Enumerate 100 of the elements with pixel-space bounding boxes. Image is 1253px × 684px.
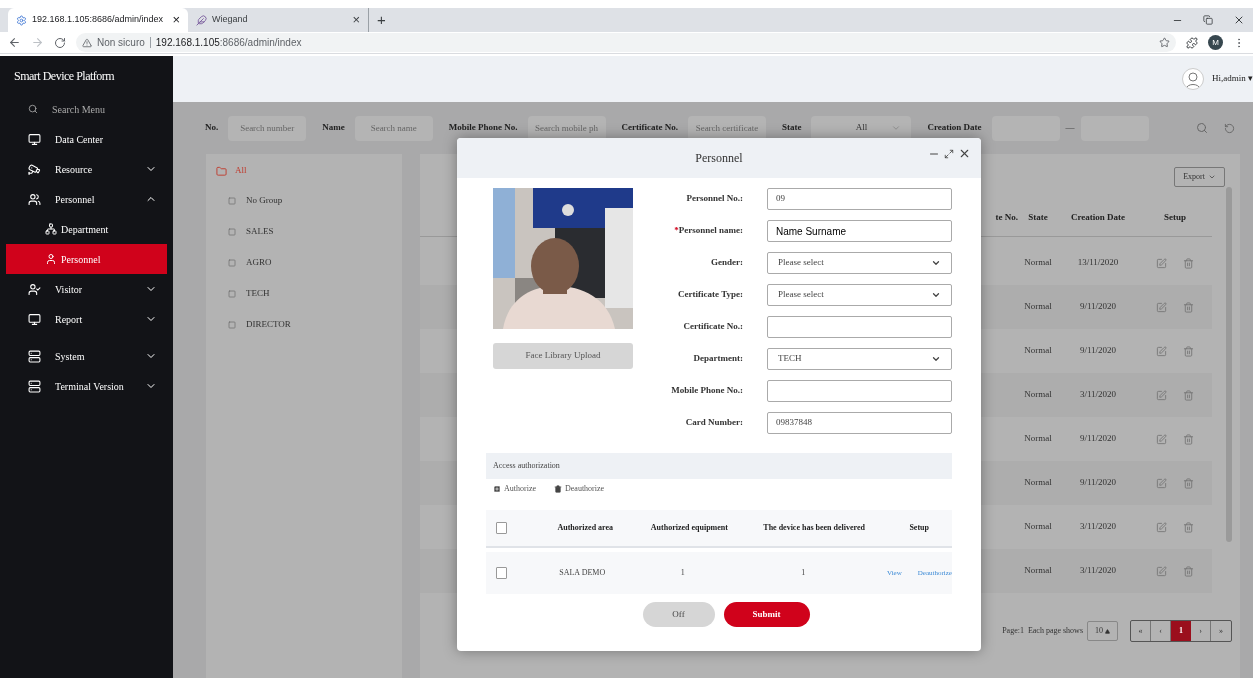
- group-label: DIRECTOR: [246, 317, 291, 331]
- group-item[interactable]: No Group: [216, 185, 402, 216]
- edit-icon[interactable]: [1156, 433, 1167, 445]
- text-field[interactable]: 09837848: [767, 412, 952, 434]
- filter-field[interactable]: Search certificate: [688, 115, 766, 141]
- table-cell-text: 9/11/2020: [1078, 300, 1118, 314]
- edit-icon[interactable]: [1156, 345, 1167, 357]
- trash-icon[interactable]: [1183, 345, 1194, 357]
- dropdown-field[interactable]: TECH: [767, 348, 952, 370]
- edit-icon[interactable]: [1156, 565, 1167, 577]
- field-label: Card Number:: [684, 416, 743, 430]
- maximize-icon[interactable]: [944, 148, 954, 159]
- submit-button[interactable]: Submit: [723, 602, 810, 627]
- reset-icon[interactable]: [1224, 122, 1235, 134]
- caret-up-icon: [1105, 628, 1110, 634]
- tab-close-button[interactable]: ×: [172, 10, 180, 30]
- search-icon[interactable]: [1196, 122, 1208, 134]
- state-select[interactable]: All: [811, 115, 912, 141]
- toolbar-link[interactable]: Authorize: [493, 483, 536, 495]
- trash-icon[interactable]: [1183, 301, 1194, 313]
- user-menu[interactable]: Hi,admin ▾: [1212, 72, 1253, 86]
- sidebar-item[interactable]: System: [0, 341, 173, 371]
- reload-icon[interactable]: [54, 36, 66, 49]
- sidebar-item[interactable]: Personnel: [0, 184, 173, 214]
- square-icon: [228, 258, 236, 267]
- app-title: Smart Device Platform: [14, 68, 115, 85]
- trash-icon[interactable]: [1183, 257, 1194, 269]
- trash-icon[interactable]: [1183, 521, 1194, 533]
- edit-icon[interactable]: [1156, 257, 1167, 269]
- range-separator: —: [1065, 121, 1075, 135]
- toolbar-link[interactable]: Deauthorize: [554, 483, 605, 495]
- back-icon[interactable]: [8, 36, 21, 49]
- page-size-select[interactable]: 10: [1087, 621, 1118, 641]
- page-size-label: Each page shows: [1027, 625, 1083, 637]
- dropdown-field[interactable]: Please select: [767, 252, 952, 274]
- monitor-icon: [28, 132, 41, 146]
- group-item[interactable]: AGRO: [216, 247, 402, 278]
- table-cell-text: Normal: [1023, 344, 1053, 358]
- filter-field[interactable]: Search number: [228, 115, 307, 141]
- browser-tab[interactable]: 192.168.1.105:8686/admin/index ×: [8, 8, 188, 32]
- bookmark-star-icon[interactable]: [1159, 37, 1170, 48]
- forward-icon[interactable]: [31, 36, 44, 49]
- column-header: Setup: [908, 522, 930, 534]
- sidebar-subitem[interactable]: Department: [6, 214, 167, 244]
- sidebar-label: Resource: [55, 162, 94, 177]
- group-item[interactable]: DIRECTOR: [216, 309, 402, 340]
- table-cell-text: Normal: [1023, 520, 1053, 534]
- sidebar-item[interactable]: Report: [0, 304, 173, 334]
- checkbox[interactable]: [496, 567, 508, 579]
- checkbox[interactable]: [496, 522, 508, 534]
- restore-icon[interactable]: [1203, 15, 1213, 25]
- group-item[interactable]: SALES: [216, 216, 402, 247]
- sidebar-label: Department: [61, 222, 109, 237]
- field-label: Gender:: [710, 256, 743, 270]
- sidebar-item[interactable]: Terminal Version: [0, 371, 173, 401]
- field-label: Certificate No.:: [682, 320, 743, 334]
- face-upload-button[interactable]: Face Library Upload: [493, 343, 633, 369]
- cancel-button[interactable]: Off: [642, 602, 715, 627]
- dropdown-field[interactable]: Please select: [767, 284, 952, 306]
- page-button[interactable]: 1: [1171, 621, 1191, 641]
- filter-field[interactable]: Search mobile ph: [527, 115, 606, 141]
- export-button[interactable]: Export: [1174, 167, 1225, 187]
- filter-field[interactable]: Search name: [354, 115, 433, 141]
- close-icon[interactable]: [958, 147, 971, 160]
- menu-search-field[interactable]: Search Menu: [52, 101, 106, 117]
- page-indicator: Page:1: [1002, 625, 1024, 637]
- column-header: State: [1027, 211, 1049, 225]
- edit-icon[interactable]: [1156, 477, 1167, 489]
- sidebar-item[interactable]: Resource: [0, 154, 173, 184]
- sidebar-subitem[interactable]: Personnel: [6, 244, 167, 274]
- dialog-title: Personnel: [695, 150, 743, 167]
- edit-icon[interactable]: [1156, 301, 1167, 313]
- text-field[interactable]: [767, 316, 952, 338]
- security-label: Non sicuro: [97, 36, 145, 50]
- sidebar-item[interactable]: Data Center: [0, 124, 173, 154]
- trash-icon[interactable]: [1183, 389, 1194, 401]
- first-page-button[interactable]: «: [1131, 621, 1151, 641]
- tab-close-button[interactable]: ×: [352, 10, 360, 30]
- trash-icon[interactable]: [1183, 565, 1194, 577]
- next-page-button[interactable]: ›: [1191, 621, 1211, 641]
- extensions-icon[interactable]: [1186, 36, 1198, 49]
- close-icon[interactable]: [1233, 14, 1245, 26]
- hierarchy-icon: [45, 223, 57, 235]
- table-cell-text: Normal: [1023, 476, 1053, 490]
- profile-avatar[interactable]: M: [1208, 35, 1223, 50]
- group-item[interactable]: TECH: [216, 278, 402, 309]
- last-page-button[interactable]: »: [1211, 621, 1231, 641]
- edit-icon[interactable]: [1156, 521, 1167, 533]
- trash-icon[interactable]: [1183, 477, 1194, 489]
- sidebar-label: Data Center: [55, 132, 105, 147]
- edit-icon[interactable]: [1156, 389, 1167, 401]
- trash-icon[interactable]: [1183, 433, 1194, 445]
- text-field[interactable]: Name Surname: [767, 220, 952, 242]
- filter-label: No.: [205, 121, 219, 135]
- address-bar[interactable]: Non sicuro 192.168.1.105:8686/admin/index: [76, 33, 1176, 52]
- column-header: The device has been delivered: [762, 522, 866, 534]
- field-label: Department:: [692, 352, 743, 366]
- sidebar-item[interactable]: Visitor: [0, 274, 173, 304]
- text-field[interactable]: [767, 380, 952, 402]
- text-field[interactable]: 09: [767, 188, 952, 210]
